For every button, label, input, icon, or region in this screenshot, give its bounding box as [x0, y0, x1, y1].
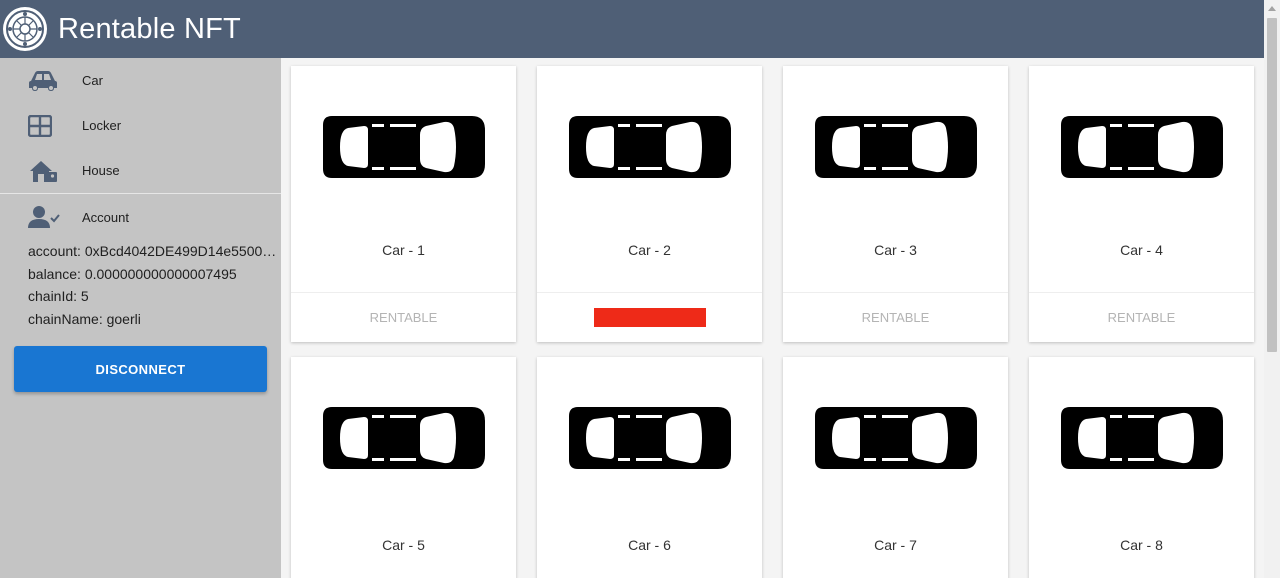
car-image — [537, 357, 762, 511]
car-card[interactable]: Car - 8 — [1029, 357, 1254, 578]
account-balance: balance: 0.000000000000007495 — [28, 265, 237, 282]
car-top-view-icon — [568, 407, 731, 469]
account-icon — [0, 205, 82, 229]
disconnect-button[interactable]: DISCONNECT — [14, 346, 267, 392]
redacted-block — [593, 308, 706, 327]
sidebar-item-label: House — [82, 163, 120, 178]
rentable-button[interactable]: RENTABLE — [1029, 292, 1254, 342]
nft-logo-icon[interactable] — [3, 7, 47, 51]
car-title: Car - 4 — [1120, 242, 1163, 258]
car-card[interactable]: Car - 3 RENTABLE — [783, 66, 1008, 342]
locker-icon — [0, 114, 82, 137]
sidebar: Car Locker House Account account: 0xBcd4… — [0, 58, 281, 578]
rentable-button[interactable]: RENTABLE — [291, 292, 516, 342]
car-top-view-icon — [814, 407, 977, 469]
car-card[interactable]: Car - 6 — [537, 357, 762, 578]
car-title: Car - 6 — [628, 537, 671, 553]
car-image — [783, 66, 1008, 218]
sidebar-item-label: Car — [82, 73, 103, 88]
car-top-view-icon — [1060, 116, 1223, 178]
car-top-view-icon — [568, 116, 731, 178]
car-top-view-icon — [322, 116, 485, 178]
car-card[interactable]: Car - 7 — [783, 357, 1008, 578]
sidebar-item-label: Locker — [82, 118, 122, 133]
car-card[interactable]: Car - 4 RENTABLE — [1029, 66, 1254, 342]
car-image — [291, 357, 516, 511]
card-action-area[interactable] — [537, 292, 762, 342]
car-top-view-icon — [814, 116, 977, 178]
rentable-button[interactable]: RENTABLE — [783, 292, 1008, 342]
sidebar-item-car[interactable]: Car — [0, 58, 281, 103]
house-icon — [0, 159, 82, 183]
car-title: Car - 7 — [874, 537, 917, 553]
scrollbar[interactable] — [1264, 0, 1280, 578]
car-title: Car - 5 — [382, 537, 425, 553]
car-image — [1029, 357, 1254, 511]
car-card[interactable]: Car - 5 — [291, 357, 516, 578]
sidebar-item-account[interactable]: Account — [0, 194, 281, 240]
car-image — [783, 357, 1008, 511]
sidebar-item-locker[interactable]: Locker — [0, 103, 281, 148]
account-address: account: 0xBcd4042DE499D14e55001CcbB24a5… — [28, 243, 281, 259]
chain-id: chainId: 5 — [28, 288, 89, 304]
chain-name: chainName: goerli — [28, 310, 141, 327]
app-title: Rentable NFT — [58, 12, 241, 45]
car-title: Car - 1 — [382, 242, 425, 258]
car-image — [537, 66, 762, 218]
car-image — [291, 66, 516, 218]
car-title: Car - 8 — [1120, 537, 1163, 553]
car-card[interactable]: Car - 2 — [537, 66, 762, 342]
sidebar-item-house[interactable]: House — [0, 148, 281, 193]
car-image — [1029, 66, 1254, 218]
scroll-thumb[interactable] — [1267, 18, 1277, 352]
car-grid: Car - 1 RENTABLE Car - 2 Car - 3 RENTABL… — [281, 58, 1264, 578]
car-icon — [0, 70, 82, 92]
car-card[interactable]: Car - 1 RENTABLE — [291, 66, 516, 342]
car-title: Car - 3 — [874, 242, 917, 258]
car-top-view-icon — [1060, 407, 1223, 469]
scroll-up-arrow-icon[interactable] — [1264, 0, 1280, 16]
account-label: Account — [82, 209, 129, 225]
car-title: Car - 2 — [628, 242, 671, 258]
car-top-view-icon — [322, 407, 485, 469]
app-bar: Rentable NFT — [0, 0, 1264, 58]
